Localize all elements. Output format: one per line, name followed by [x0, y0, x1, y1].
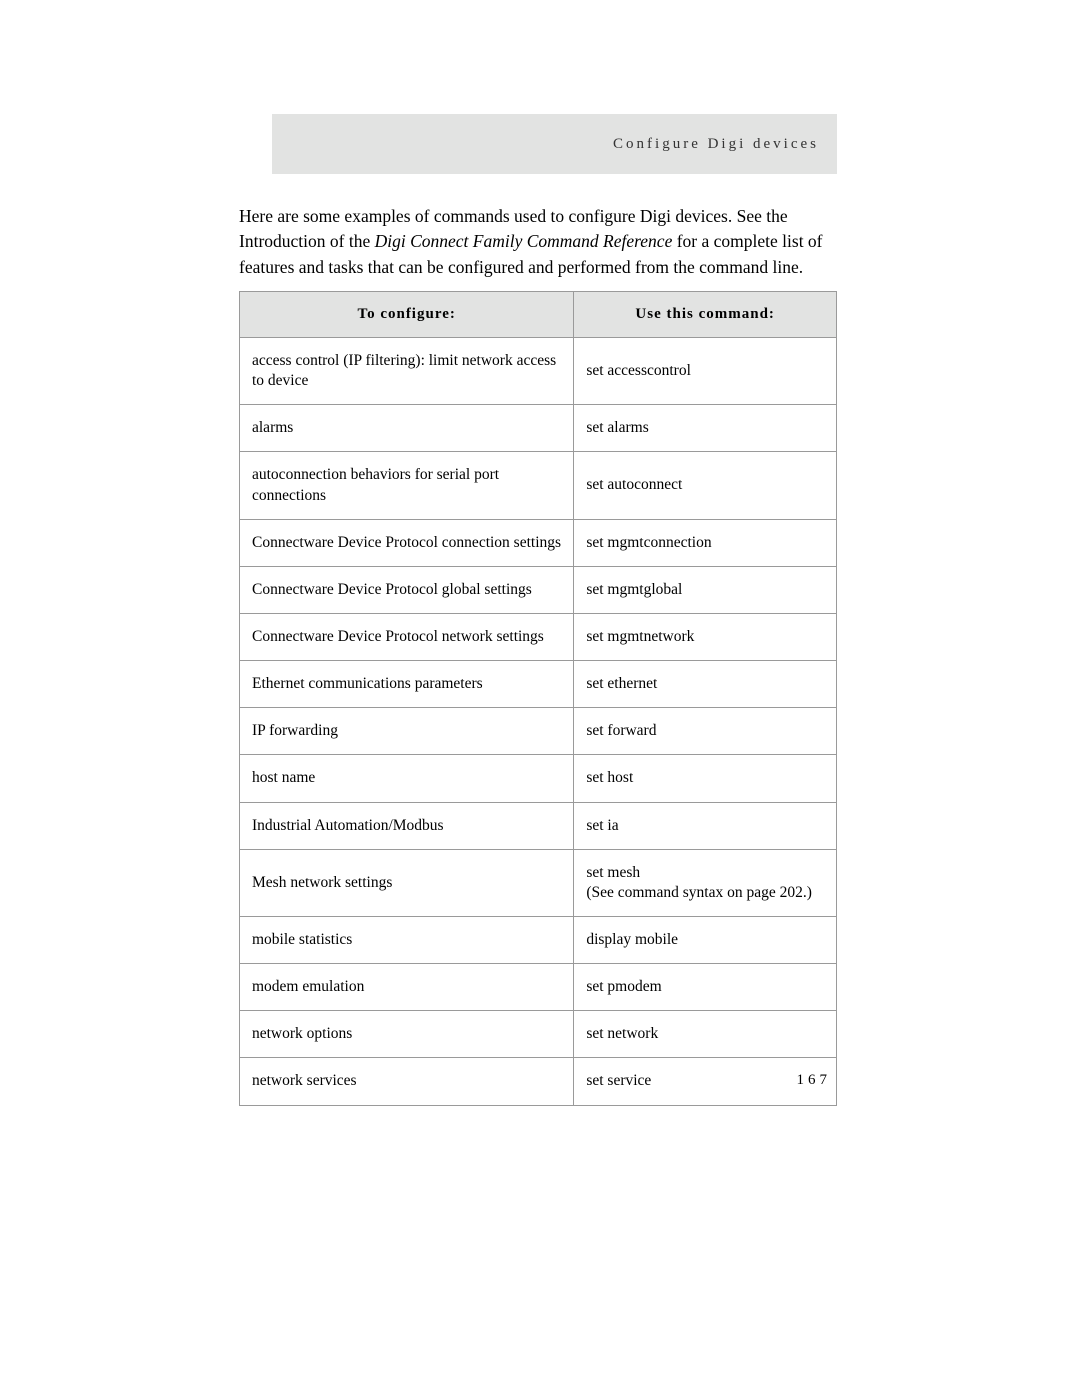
intro-text-italic: Digi Connect Family Command Reference — [375, 231, 673, 251]
table-cell-left: host name — [240, 755, 574, 802]
table-cell-left: alarms — [240, 405, 574, 452]
table-row: IP forwardingset forward — [240, 708, 837, 755]
table-row: network optionsset network — [240, 1011, 837, 1058]
page-number: 167 — [797, 1072, 832, 1089]
intro-paragraph: Here are some examples of commands used … — [239, 204, 837, 280]
table-row: alarmsset alarms — [240, 405, 837, 452]
table-row: host nameset host — [240, 755, 837, 802]
table-header-row: To configure: Use this command: — [240, 292, 837, 338]
table-cell-left: modem emulation — [240, 964, 574, 1011]
table-row: mobile statisticsdisplay mobile — [240, 916, 837, 963]
table-cell-right: set mesh(See command syntax on page 202.… — [574, 849, 837, 916]
table-cell-left: Connectware Device Protocol network sett… — [240, 613, 574, 660]
table-cell-left: Industrial Automation/Modbus — [240, 802, 574, 849]
table-row: Mesh network settingsset mesh(See comman… — [240, 849, 837, 916]
section-header-title: Configure Digi devices — [613, 136, 819, 153]
table-cell-right: set alarms — [574, 405, 837, 452]
table-cell-left: autoconnection behaviors for serial port… — [240, 452, 574, 519]
table-row: autoconnection behaviors for serial port… — [240, 452, 837, 519]
table-cell-left: Connectware Device Protocol global setti… — [240, 566, 574, 613]
table-row: Connectware Device Protocol global setti… — [240, 566, 837, 613]
table-row: Industrial Automation/Modbusset ia — [240, 802, 837, 849]
table-cell-right: set forward — [574, 708, 837, 755]
table-header-right: Use this command: — [574, 292, 837, 338]
table-cell-right: set pmodem — [574, 964, 837, 1011]
table-row: Ethernet communications parametersset et… — [240, 661, 837, 708]
section-header-band: Configure Digi devices — [272, 114, 837, 174]
table-row: access control (IP filtering): limit net… — [240, 338, 837, 405]
table-row: Connectware Device Protocol network sett… — [240, 613, 837, 660]
table-cell-right: display mobile — [574, 916, 837, 963]
table-cell-left: network services — [240, 1058, 574, 1105]
table-cell-left: Connectware Device Protocol connection s… — [240, 519, 574, 566]
page: Configure Digi devices Here are some exa… — [0, 0, 1080, 1397]
table-cell-left: Mesh network settings — [240, 849, 574, 916]
table-cell-left: mobile statistics — [240, 916, 574, 963]
table-header-left: To configure: — [240, 292, 574, 338]
table-cell-right: set mgmtglobal — [574, 566, 837, 613]
table-cell-right: set mgmtnetwork — [574, 613, 837, 660]
table-cell-right: set host — [574, 755, 837, 802]
table-row: Connectware Device Protocol connection s… — [240, 519, 837, 566]
table-row: modem emulationset pmodem — [240, 964, 837, 1011]
table-cell-left: network options — [240, 1011, 574, 1058]
table-cell-left: IP forwarding — [240, 708, 574, 755]
table-cell-right: set ia — [574, 802, 837, 849]
table-cell-right: set mgmtconnection — [574, 519, 837, 566]
table-cell-right: set autoconnect — [574, 452, 837, 519]
table-cell-right: set accesscontrol — [574, 338, 837, 405]
table-cell-left: access control (IP filtering): limit net… — [240, 338, 574, 405]
command-table: To configure: Use this command: access c… — [239, 291, 837, 1106]
table-cell-left: Ethernet communications parameters — [240, 661, 574, 708]
table-row: network servicesset service — [240, 1058, 837, 1105]
table-cell-right: set network — [574, 1011, 837, 1058]
table-cell-right: set ethernet — [574, 661, 837, 708]
